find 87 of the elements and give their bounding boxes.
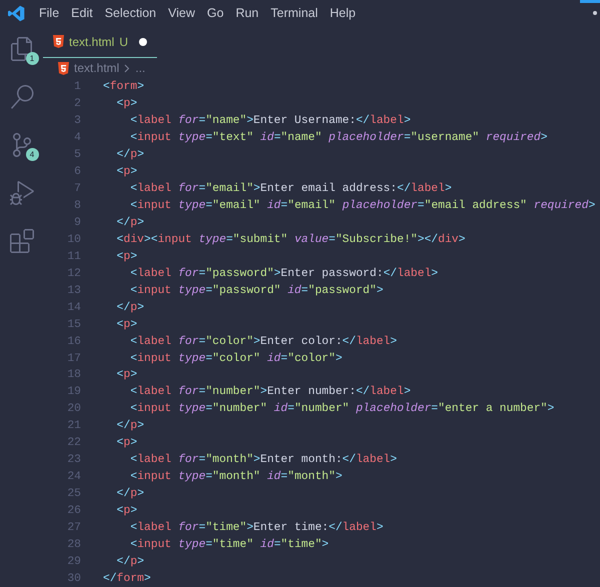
- code-line: <input type="password" id="password">: [129, 284, 384, 299]
- line-number: 4: [73, 130, 81, 146]
- menu-item[interactable]: Terminal: [264, 4, 324, 22]
- line-number: 21: [66, 419, 81, 434]
- code-line: <label for="password">Enter password:</label>: [129, 266, 438, 282]
- line-number: 10: [66, 232, 81, 248]
- code-line: </p>: [116, 554, 144, 570]
- menu-item[interactable]: Run: [230, 4, 265, 22]
- line-number: 2: [73, 96, 81, 112]
- code-line: </p>: [116, 486, 144, 502]
- code-line: <p>: [116, 368, 138, 384]
- app-logo-icon: [8, 4, 25, 22]
- line-number: 23: [66, 453, 81, 468]
- code-line: <p>: [116, 318, 138, 333]
- tab-filename: text.html: [69, 34, 114, 50]
- activity-bar-button[interactable]: [8, 228, 34, 254]
- count-badge: 1: [26, 52, 38, 65]
- code-line: <label for="number">Enter number:</label>: [129, 384, 411, 400]
- extensions-icon: [10, 229, 34, 253]
- search-icon: [10, 85, 34, 109]
- activity-bar-button[interactable]: [8, 180, 34, 206]
- code-line: </p>: [116, 216, 144, 231]
- line-number: 22: [66, 436, 81, 452]
- breadcrumb-item[interactable]: text.html: [74, 59, 120, 77]
- html-file-icon: [53, 35, 64, 48]
- line-number: 25: [66, 487, 81, 502]
- line-number: 14: [66, 300, 81, 316]
- code-line: </form>: [103, 572, 151, 587]
- line-number: 19: [66, 385, 81, 400]
- line-number: 18: [66, 368, 81, 384]
- code-line: </p>: [116, 148, 144, 163]
- html-file-icon: [58, 62, 69, 74]
- line-number: 9: [73, 216, 81, 231]
- menu-item[interactable]: View: [162, 4, 202, 22]
- line-number: 27: [66, 521, 81, 536]
- code-line: <label for="name">Enter Username:</label>: [129, 114, 411, 129]
- code-line: </p>: [116, 300, 144, 316]
- line-number: 24: [66, 470, 81, 486]
- line-number: 1: [73, 80, 81, 95]
- line-number: 5: [73, 148, 81, 163]
- code-line: <label for="color">Enter color:</label>: [129, 334, 397, 350]
- line-number: 30: [66, 572, 81, 587]
- run-debug-icon: [10, 181, 34, 205]
- menu-item[interactable]: Edit: [65, 4, 99, 22]
- code-line: <input type="time" id="time">: [129, 538, 329, 554]
- chevron-icon: [124, 64, 130, 72]
- code-line: </p>: [116, 418, 144, 434]
- line-number: 8: [73, 198, 81, 214]
- code-line: <p>: [116, 436, 138, 452]
- code-line: <div><input type="submit" value="Subscribe!"></div>: [116, 232, 466, 248]
- code-line: <input type="color" id="color">: [129, 352, 342, 366]
- code-line: <input type="email" id="email" placeholder="email address" required>: [129, 198, 596, 214]
- top-right-bar: [580, 0, 600, 3]
- line-number: 15: [66, 318, 81, 333]
- breadcrumb-item[interactable]: ...: [135, 59, 146, 77]
- line-number: 7: [73, 182, 81, 197]
- line-number: 12: [66, 266, 81, 282]
- line-number: 13: [66, 284, 81, 299]
- line-number: 17: [66, 352, 81, 366]
- code-line: <form>: [103, 80, 144, 95]
- activity-bar-button[interactable]: 1: [8, 36, 34, 62]
- menu-item[interactable]: Help: [324, 4, 362, 22]
- code-line: <input type="month" id="month">: [129, 470, 342, 486]
- line-number: 26: [66, 504, 81, 520]
- activity-bar-button[interactable]: [8, 84, 34, 110]
- code-line: <input type="number" id="number" placeholder="enter a number">: [129, 402, 554, 418]
- menu-item[interactable]: File: [33, 4, 66, 22]
- menu-item[interactable]: Selection: [98, 4, 162, 22]
- line-number: 3: [73, 114, 81, 129]
- count-badge: 4: [26, 148, 38, 161]
- line-number: 20: [66, 402, 81, 418]
- files-icon: [10, 37, 34, 61]
- code-line: <label for="email">Enter email address:</label>: [129, 182, 452, 197]
- line-number: 16: [66, 334, 81, 350]
- code-line: <p>: [116, 250, 138, 265]
- code-line: <p>: [116, 96, 138, 112]
- line-number: 28: [66, 538, 81, 554]
- code-line: <label for="month">Enter month:</label>: [129, 452, 397, 468]
- code-line: <p>: [116, 164, 138, 180]
- code-line: <input type="text" id="name" placeholder="username" required>: [129, 130, 548, 146]
- line-number: 6: [73, 164, 81, 180]
- code-line: <p>: [116, 504, 138, 520]
- git-status: U: [119, 34, 128, 50]
- menu-item[interactable]: Go: [201, 4, 230, 22]
- line-number: 29: [66, 555, 81, 570]
- code-line: <label for="time">Enter time:</label>: [129, 520, 384, 536]
- line-number: 11: [66, 250, 81, 265]
